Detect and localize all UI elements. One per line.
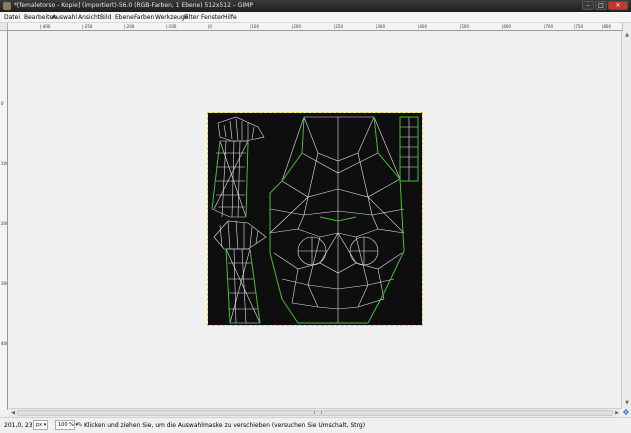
image-canvas[interactable]: [207, 112, 423, 326]
horizontal-ruler[interactable]: |-400 |-250 |-200 |-100 |0 |100 |200 |25…: [8, 23, 622, 31]
unit-value: px: [36, 422, 43, 428]
ruler-tick-label: |0: [208, 24, 212, 29]
scroll-down-icon[interactable]: ▼: [623, 399, 631, 407]
maximize-button[interactable]: □: [595, 1, 607, 10]
ruler-tick-label: |-100: [166, 24, 177, 29]
ruler-tick-label: |200: [292, 24, 301, 29]
menu-fenster[interactable]: Fenster: [201, 14, 223, 21]
ruler-tick-label: |300: [376, 24, 385, 29]
ruler-tick-label: 100: [1, 161, 8, 166]
ruler-tick-label: 0: [1, 101, 4, 106]
menu-filter[interactable]: Filter: [184, 14, 199, 21]
menu-farben[interactable]: Farben: [134, 14, 154, 21]
scroll-left-icon[interactable]: ◀: [9, 409, 17, 417]
ruler-tick-label: |500: [460, 24, 469, 29]
ruler-tick-label: |-400: [40, 24, 51, 29]
ruler-tick-label: |250: [334, 24, 343, 29]
ruler-tick-label: |-200: [124, 24, 135, 29]
menu-ebene[interactable]: Ebene: [115, 14, 134, 21]
scroll-grip-icon: [314, 411, 322, 414]
ruler-tick-label: |400: [418, 24, 427, 29]
scroll-up-icon[interactable]: ▲: [623, 31, 631, 39]
ruler-tick-label: |100: [250, 24, 259, 29]
status-message: Klicken und ziehen Sie, um die Auswahlma…: [84, 422, 366, 429]
ruler-tick-label: |750: [574, 24, 583, 29]
menu-ansicht[interactable]: Ansicht: [78, 14, 100, 21]
window-title: *[femaletorso - Kopie] (importiert)-56.0…: [14, 2, 253, 9]
unit-select[interactable]: px ▾: [33, 420, 48, 430]
menu-bar: Datei Bearbeiten Auswahl Ansicht Bild Eb…: [0, 12, 631, 23]
zoom-value: 100 %: [58, 422, 74, 428]
ruler-tick-label: |-250: [82, 24, 93, 29]
move-tool-icon: ✎: [77, 421, 83, 429]
title-bar: *[femaletorso - Kopie] (importiert)-56.0…: [0, 0, 631, 12]
ruler-tick-label: 200: [1, 221, 8, 226]
vertical-scrollbar[interactable]: ▲ ▼: [621, 31, 631, 409]
ruler-tick-label: |600: [502, 24, 511, 29]
gimp-app-icon: [3, 2, 11, 10]
menu-auswahl[interactable]: Auswahl: [52, 14, 77, 21]
horizontal-scrollbar[interactable]: ◀ ▶: [9, 408, 621, 417]
vertical-ruler[interactable]: 0 100 200 300 400: [0, 31, 8, 410]
ruler-corner-button[interactable]: [622, 23, 631, 31]
close-button[interactable]: ✕: [608, 1, 628, 10]
zoom-select[interactable]: 100 % ▾: [55, 420, 78, 430]
ruler-tick-label: |800: [602, 24, 611, 29]
scroll-right-icon[interactable]: ▶: [613, 409, 621, 417]
quick-mask-corner[interactable]: [0, 23, 8, 31]
navigate-icon[interactable]: ✥: [621, 408, 631, 417]
status-bar: 201,0, 232,0 px ▾ 100 % ▾ ✎ Klicken und …: [0, 417, 631, 433]
menu-datei[interactable]: Datei: [4, 14, 20, 21]
minimize-button[interactable]: –: [582, 1, 594, 10]
ruler-tick-label: 300: [1, 281, 8, 286]
ruler-tick-label: |700: [544, 24, 553, 29]
menu-hilfe[interactable]: Hilfe: [223, 14, 237, 21]
ruler-tick-label: 400: [1, 341, 8, 346]
uv-wireframe-image: [211, 116, 419, 324]
menu-bild[interactable]: Bild: [100, 14, 111, 21]
